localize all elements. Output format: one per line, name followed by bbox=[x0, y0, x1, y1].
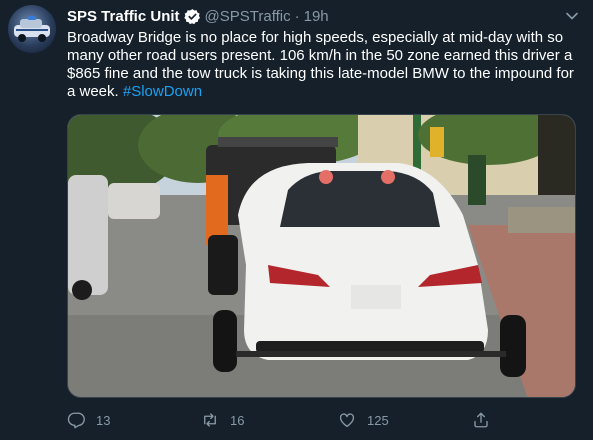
retweet-button[interactable]: 16 bbox=[201, 409, 244, 431]
retweet-icon bbox=[204, 413, 216, 427]
chevron-down-icon[interactable] bbox=[565, 9, 579, 23]
tweet-text: Broadway Bridge is no place for high spe… bbox=[67, 29, 577, 101]
photo-bmw-tow-truck bbox=[68, 115, 575, 397]
retweet-count: 16 bbox=[230, 412, 245, 428]
tweet-header: SPS Traffic Unit @SPSTraffic · 19h bbox=[67, 6, 329, 26]
hashtag-link[interactable]: #SlowDown bbox=[123, 83, 202, 100]
tweet-photo[interactable] bbox=[67, 114, 576, 398]
reply-count: 13 bbox=[96, 412, 111, 428]
reply-icon bbox=[67, 412, 85, 429]
tweet: SPS Traffic Unit @SPSTraffic · 19h Broad… bbox=[0, 0, 593, 440]
reply-button[interactable]: 13 bbox=[67, 409, 110, 431]
timestamp[interactable]: 19h bbox=[304, 8, 329, 25]
heart-icon bbox=[339, 413, 355, 428]
share-button[interactable] bbox=[472, 409, 490, 431]
like-button[interactable]: 125 bbox=[338, 409, 389, 431]
separator: · bbox=[294, 7, 300, 25]
tweet-actions: 13 16 125 bbox=[67, 409, 497, 431]
like-count: 125 bbox=[367, 412, 389, 428]
avatar[interactable] bbox=[8, 5, 56, 53]
share-icon bbox=[474, 412, 488, 428]
verified-badge-icon bbox=[183, 8, 201, 25]
police-car-avatar-image bbox=[14, 16, 50, 42]
handle[interactable]: @SPSTraffic bbox=[205, 8, 291, 25]
display-name[interactable]: SPS Traffic Unit bbox=[67, 8, 180, 25]
